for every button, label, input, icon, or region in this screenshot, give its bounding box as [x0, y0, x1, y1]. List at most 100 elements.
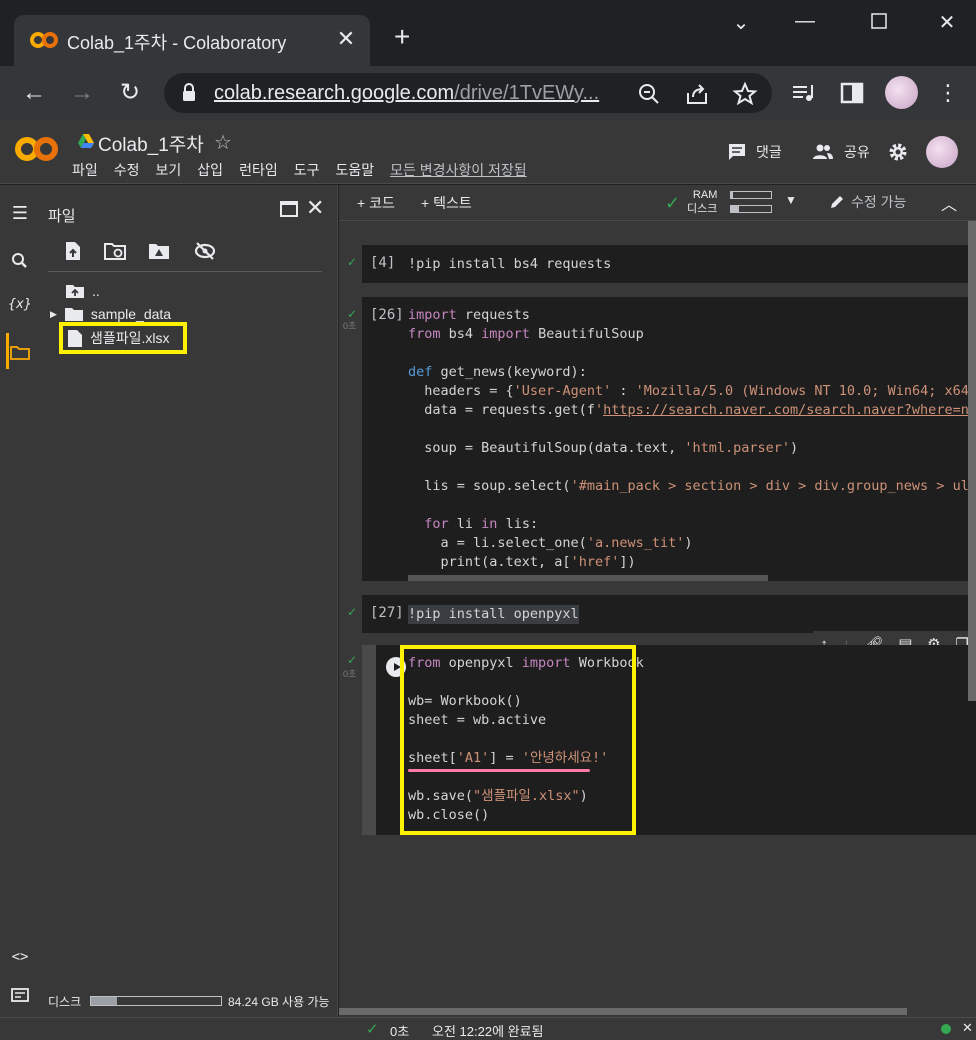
code-line: headers = {'User-Agent' : 'Mozilla/5.0 (…: [408, 383, 976, 399]
notebook-horizontal-scrollbar[interactable]: [339, 1005, 976, 1017]
browser-tabstrip: Colab_1주차 - Colaboratory ✕ + ⌄ — ✕: [0, 0, 976, 66]
notebook-vertical-scrollbar[interactable]: [968, 221, 976, 701]
tree-item-parent[interactable]: ..: [66, 280, 100, 302]
resource-labels[interactable]: RAM 디스크: [687, 188, 717, 216]
resource-dropdown-icon[interactable]: ▼: [785, 193, 797, 207]
panel-close-icon[interactable]: ✕: [306, 195, 324, 221]
media-control-icon[interactable]: [790, 79, 818, 107]
cell-duration: 0초: [343, 669, 357, 679]
url-host: colab.research.google.com: [214, 82, 455, 104]
code-highlight-box: [400, 645, 636, 835]
share-button[interactable]: 공유: [812, 142, 870, 162]
back-icon[interactable]: ←: [18, 77, 50, 109]
status-completed: 오전 12:22에 완료됨: [432, 1024, 544, 1039]
menu-runtime[interactable]: 런타임: [239, 160, 278, 180]
mount-drive-icon[interactable]: [148, 241, 170, 261]
code-line[interactable]: !pip install openpyxl: [408, 605, 579, 624]
pencil-icon: [831, 196, 843, 208]
ram-label: RAM: [692, 189, 718, 201]
tab-title: Colab_1주차 - Colaboratory: [67, 33, 287, 53]
cell-exec-count: [27]: [370, 605, 404, 621]
comment-button[interactable]: 댓글: [728, 142, 782, 162]
window-close-icon[interactable]: ✕: [932, 10, 962, 40]
disk-bar: [730, 205, 772, 213]
cell-done-icon: ✓: [347, 255, 358, 269]
minimize-icon[interactable]: —: [790, 10, 820, 40]
share-page-icon[interactable]: [684, 81, 710, 107]
connection-status-dot: [941, 1024, 951, 1034]
google-drive-icon[interactable]: [78, 134, 94, 148]
variables-icon[interactable]: {x}: [8, 297, 32, 321]
maximize-icon[interactable]: [864, 12, 894, 42]
star-icon[interactable]: ☆: [214, 130, 232, 155]
file-panel: 파일 ✕ .. ▶ sample_data 샘플파일.xlsx 디스크 84.2…: [40, 185, 338, 1017]
disk-free-text: 84.24 GB 사용 가능: [228, 995, 330, 1009]
cell-done-icon: ✓: [347, 653, 358, 667]
add-code-button[interactable]: + 코드: [357, 193, 395, 213]
menu-view[interactable]: 보기: [156, 160, 182, 180]
save-status-link[interactable]: 모든 변경사항이 저장됨: [390, 160, 527, 180]
menu-edit[interactable]: 수정: [114, 160, 140, 180]
menu-tools[interactable]: 도구: [294, 160, 320, 180]
hide-files-icon[interactable]: [194, 241, 216, 261]
side-panel-icon[interactable]: [838, 79, 866, 107]
tab-search-icon[interactable]: ⌄: [726, 10, 756, 40]
refresh-folder-icon[interactable]: [104, 241, 126, 261]
code-line: data = requests.get(f'https://search.nav…: [408, 402, 976, 418]
connected-check-icon: ✓: [665, 193, 681, 213]
menu-file[interactable]: 파일: [72, 160, 98, 180]
address-bar[interactable]: colab.research.google.com/drive/1TvEWy..…: [164, 73, 772, 113]
code-block[interactable]: import requests from bs4 import Beautiful…: [408, 306, 976, 572]
tab-close-icon[interactable]: ✕: [334, 26, 358, 52]
profile-avatar[interactable]: [885, 76, 918, 109]
account-avatar[interactable]: [926, 136, 958, 168]
code-cell[interactable]: [26] import requests from bs4 import Beau…: [362, 297, 976, 581]
cell-horizontal-scrollbar[interactable]: [408, 575, 768, 581]
search-icon[interactable]: [8, 249, 32, 273]
ram-bar: [730, 191, 772, 199]
notebook-title[interactable]: Colab_1주차: [98, 130, 204, 157]
more-menu-icon[interactable]: ⋮: [932, 77, 964, 109]
code-cell[interactable]: [4] !pip install bs4 requests: [362, 245, 976, 283]
parent-folder-icon: [66, 285, 84, 298]
browser-tab[interactable]: Colab_1주차 - Colaboratory ✕: [14, 15, 370, 66]
code-line[interactable]: !pip install bs4 requests: [408, 255, 611, 274]
reload-icon[interactable]: ↻: [114, 77, 146, 109]
cell-done-icon: ✓: [347, 605, 358, 619]
code-line: lis = soup.select('#main_pack > section …: [408, 478, 976, 494]
code-snippets-icon[interactable]: <>: [8, 949, 32, 973]
edit-mode-button[interactable]: 수정 가능: [829, 192, 906, 212]
url-path: /drive/1TvEWy...: [454, 82, 600, 104]
bookmark-star-icon[interactable]: [732, 81, 758, 107]
active-code-cell[interactable]: from openpyxl import Workbook wb= Workbo…: [362, 645, 976, 835]
comment-icon: [729, 144, 745, 160]
open-in-window-icon[interactable]: [280, 201, 298, 217]
expand-arrow-icon[interactable]: ▶: [50, 309, 57, 320]
ram-fill: [731, 192, 733, 198]
file-panel-title: 파일: [48, 208, 76, 225]
cell-duration: 0초: [343, 321, 357, 331]
zoom-icon[interactable]: [636, 81, 662, 107]
status-elapsed: 0초: [390, 1024, 410, 1039]
disk-usage-fill: [91, 997, 117, 1005]
colab-logo-icon[interactable]: [14, 134, 60, 164]
forward-icon[interactable]: →: [66, 77, 98, 109]
left-rail: ☰ {x} <>: [0, 185, 40, 1017]
upload-file-icon[interactable]: [62, 241, 84, 261]
menu-bar: 파일 수정 보기 삽입 런타임 도구 도움말 모든 변경사항이 저장됨: [72, 160, 543, 180]
menu-help[interactable]: 도움말: [335, 160, 374, 180]
status-close-icon[interactable]: ✕: [962, 1020, 973, 1036]
folder-icon: [64, 308, 83, 321]
code-line: def get_news(keyword):: [408, 364, 587, 380]
add-text-button[interactable]: + 텍스트: [421, 193, 472, 213]
colab-favicon-icon: [30, 32, 58, 48]
menu-insert[interactable]: 삽입: [197, 160, 223, 180]
collapse-header-icon[interactable]: ︿: [941, 191, 957, 215]
toc-icon[interactable]: ☰: [8, 203, 32, 227]
notebook-toolbar: + 코드 + 텍스트 ✓ RAM 디스크 ▼ 수정 가능 ︿: [339, 185, 976, 221]
folder-icon[interactable]: [8, 340, 32, 364]
code-cell[interactable]: [27] !pip install openpyxl: [362, 595, 976, 633]
gear-icon[interactable]: [888, 142, 908, 162]
new-tab-button[interactable]: +: [394, 23, 410, 51]
terminal-icon[interactable]: [8, 983, 32, 1007]
